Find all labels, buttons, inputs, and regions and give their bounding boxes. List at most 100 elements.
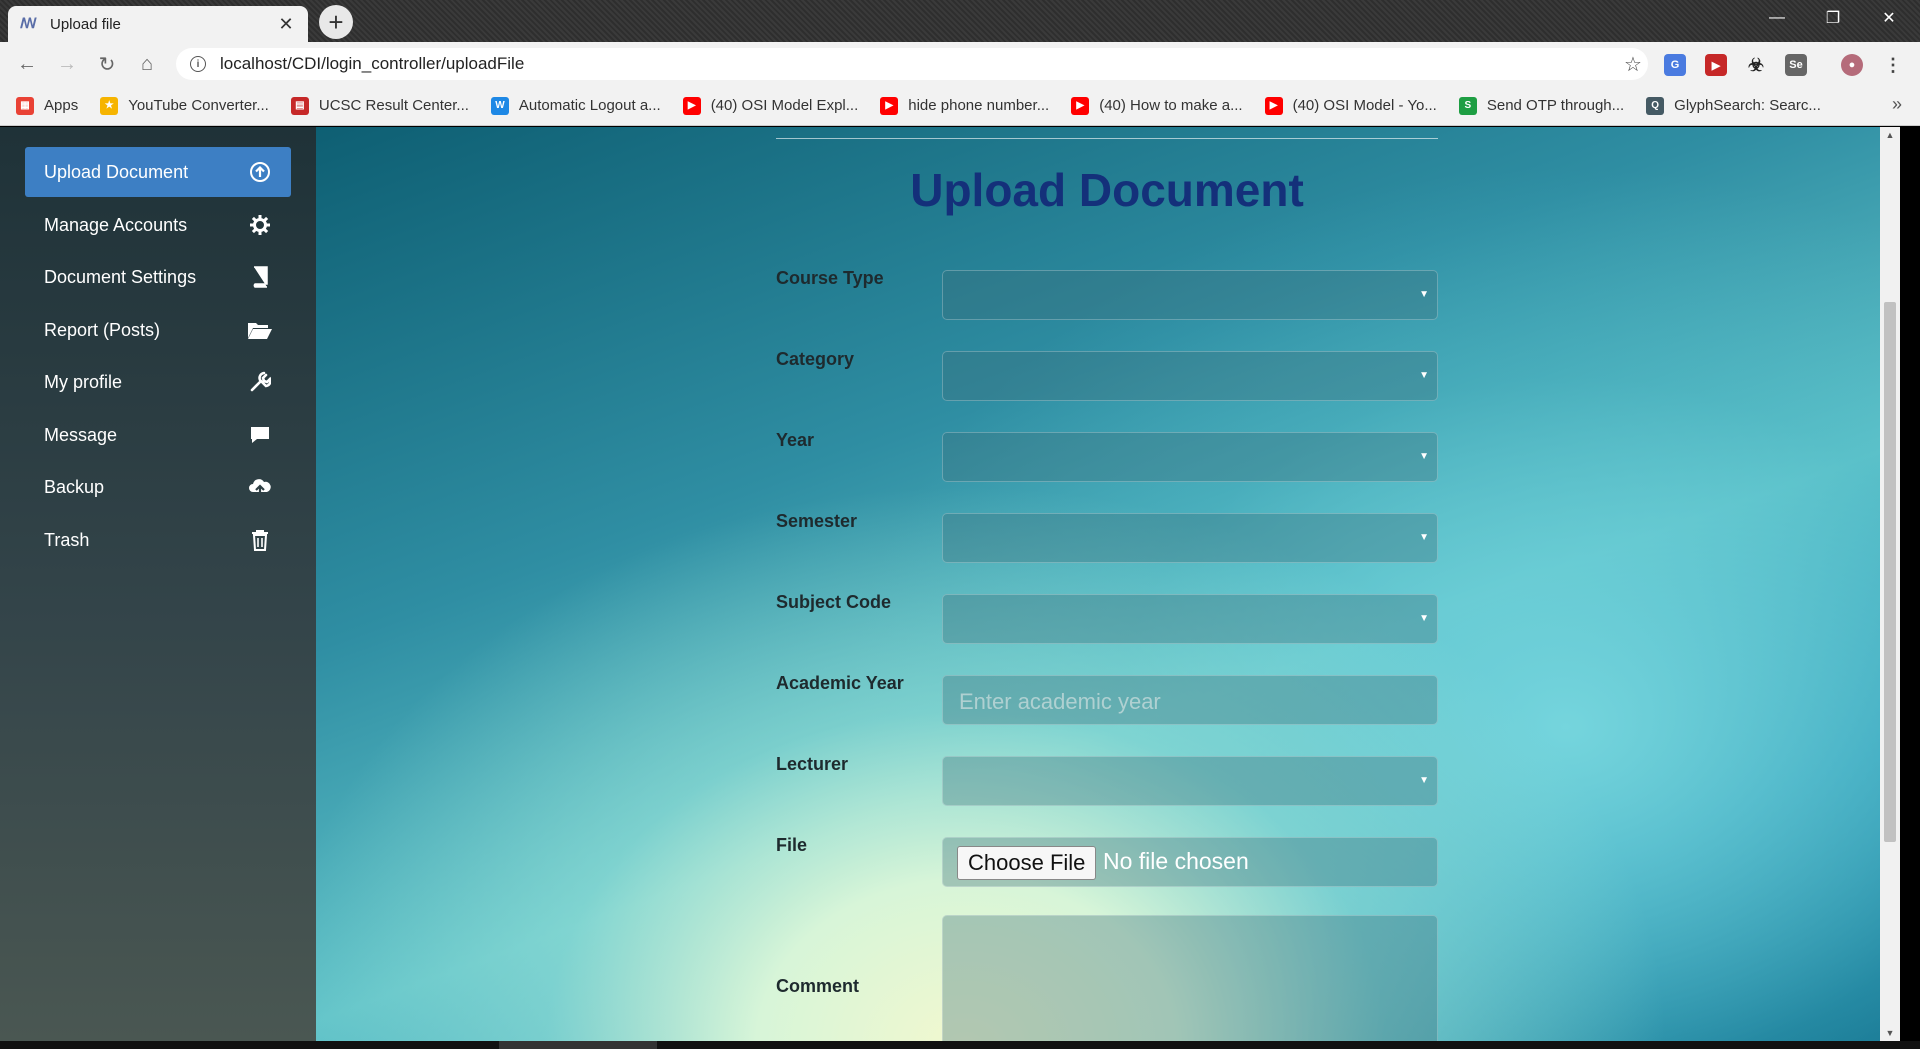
sidebar-item-label: My profile [44,371,123,392]
semester-select[interactable]: ▼ [942,513,1438,563]
chevron-down-icon: ▼ [1419,532,1429,543]
scroll-up-icon[interactable]: ▲ [1880,127,1900,143]
sidebar-item-document-settings[interactable]: Document Settings [25,252,291,302]
site-info-icon[interactable]: i [190,56,206,72]
subject-code-select[interactable]: ▼ [942,594,1438,644]
forward-icon[interactable]: → [54,51,80,77]
sidebar-item-label: Document Settings [44,266,197,287]
youtube-converter-icon: ★ [100,96,119,115]
menu-kebab-icon[interactable]: ⋮ [1882,54,1904,76]
biohazard-extension-icon[interactable]: ☣ [1745,54,1767,76]
document-icon: ▤ [290,96,309,115]
bookmark-item[interactable]: ▤ UCSC Result Center... [290,96,469,115]
file-status-text: No file chosen [1103,848,1249,874]
sidebar-item-label: Backup [44,476,105,497]
sidebar-item-upload-document[interactable]: Upload Document [25,147,291,197]
bookmark-label: Automatic Logout a... [518,97,661,114]
home-icon[interactable]: ⌂ [134,51,160,77]
sidebar-item-message[interactable]: Message [25,410,291,460]
restore-icon[interactable]: ❐ [1810,4,1856,32]
youtube-icon: ▶ [1264,96,1283,115]
course-type-label: Course Type [776,268,884,288]
url-text[interactable]: localhost/CDI/login_controller/uploadFil… [220,54,1618,74]
taskbar-segment [499,1041,657,1049]
scroll-thumb[interactable] [1884,302,1896,842]
profile-avatar[interactable]: ● [1841,54,1863,76]
selenium-extension-icon[interactable]: Se [1785,54,1807,76]
browser-tab[interactable]: ꟿ Upload file ✕ [8,6,308,42]
page: Upload Document Manage Accounts Document S… [0,127,1920,1041]
bookmark-item[interactable]: ▶ (40) OSI Model - Yo... [1264,96,1437,115]
bookmark-item[interactable]: ▶ hide phone number... [880,96,1049,115]
bookmark-item[interactable]: S Send OTP through... [1458,96,1625,115]
academic-year-label: Academic Year [776,673,904,693]
address-bar[interactable]: i localhost/CDI/login_controller/uploadF… [176,48,1648,80]
scroll-down-icon[interactable]: ▼ [1880,1025,1900,1041]
chevron-down-icon: ▼ [1419,613,1429,624]
site-favicon-icon: ꟿ [20,15,37,31]
course-type-select[interactable]: ▼ [942,270,1438,320]
sidebar-item-label: Report (Posts) [44,319,161,340]
apps-grid-icon: ▦ [16,96,34,115]
tab-close-icon[interactable]: ✕ [276,14,296,35]
close-window-icon[interactable]: ✕ [1866,4,1912,32]
upload-form-area: Upload Document Course Type ▼ Category ▼… [316,127,1900,1041]
file-input[interactable]: Choose File No file chosen [942,837,1438,887]
sidebar-item-my-profile[interactable]: My profile [25,357,291,407]
sidebar-item-backup[interactable]: Backup [25,462,291,512]
youtube-icon: ▶ [682,96,701,115]
bookmark-label: (40) How to make a... [1099,97,1243,114]
chevron-down-icon: ▼ [1419,370,1429,381]
glyphsearch-icon: Q [1646,96,1665,115]
academic-year-input[interactable]: Enter academic year [942,675,1438,725]
sidebar-item-trash[interactable]: Trash [25,515,291,565]
bookmark-label: Send OTP through... [1486,97,1625,114]
choose-file-button[interactable]: Choose File [957,846,1097,880]
translate-extension-icon[interactable]: G [1664,54,1686,76]
bookmark-item[interactable]: W Automatic Logout a... [490,96,661,115]
bookmark-label: UCSC Result Center... [318,97,469,114]
trash-icon [247,527,273,553]
subject-code-label: Subject Code [776,592,892,612]
reload-icon[interactable]: ↻ [94,51,120,77]
bookmark-label: (40) OSI Model - Yo... [1292,97,1437,114]
browser-toolbar: ← → ↻ ⌂ i localhost/CDI/login_controller… [0,42,1920,86]
category-label: Category [776,349,855,369]
sidebar-item-report-posts[interactable]: Report (Posts) [25,305,291,355]
bookmark-label: GlyphSearch: Searc... [1674,97,1821,114]
category-select[interactable]: ▼ [942,351,1438,401]
minimize-icon[interactable]: — [1754,4,1800,32]
bookmark-label: (40) OSI Model Expl... [710,97,859,114]
divider [776,138,1438,139]
year-label: Year [776,430,815,450]
bookmark-item[interactable]: ▶ (40) OSI Model Expl... [682,96,859,115]
sidebar: Upload Document Manage Accounts Document S… [0,127,316,1041]
bookmark-item[interactable]: ★ YouTube Converter... [100,96,269,115]
lecturer-select[interactable]: ▼ [942,756,1438,806]
s-icon: S [1458,96,1477,115]
sidebar-item-label: Upload Document [44,161,189,182]
gear-icon [247,212,273,238]
cloud-upload-icon [247,474,273,500]
bookmark-star-icon[interactable]: ☆ [1618,52,1648,77]
folder-open-icon [247,317,273,343]
bookmark-item[interactable]: ▶ (40) How to make a... [1071,96,1243,115]
bookmark-label: Apps [44,97,79,114]
youtube-icon: ▶ [1071,96,1090,115]
bookmarks-overflow-icon[interactable]: » [1892,94,1902,115]
bookmark-item[interactable]: Q GlyphSearch: Searc... [1646,96,1821,115]
year-select[interactable]: ▼ [942,432,1438,482]
vertical-scrollbar[interactable]: ▲ ▼ [1880,127,1900,1041]
tab-title: Upload file [50,15,121,33]
comment-textarea[interactable] [942,915,1438,1041]
book-icon [247,264,273,290]
back-icon[interactable]: ← [14,51,40,77]
chevron-down-icon: ▼ [1419,289,1429,300]
page-title: Upload Document [910,164,1304,216]
new-tab-button[interactable]: + [319,5,353,39]
bookmark-item[interactable]: ▦ Apps [16,96,79,115]
chevron-down-icon: ▼ [1419,451,1429,462]
red-extension-icon[interactable]: ▶ [1705,54,1727,76]
bookmark-label: YouTube Converter... [128,97,269,114]
sidebar-item-manage-accounts[interactable]: Manage Accounts [25,200,291,250]
